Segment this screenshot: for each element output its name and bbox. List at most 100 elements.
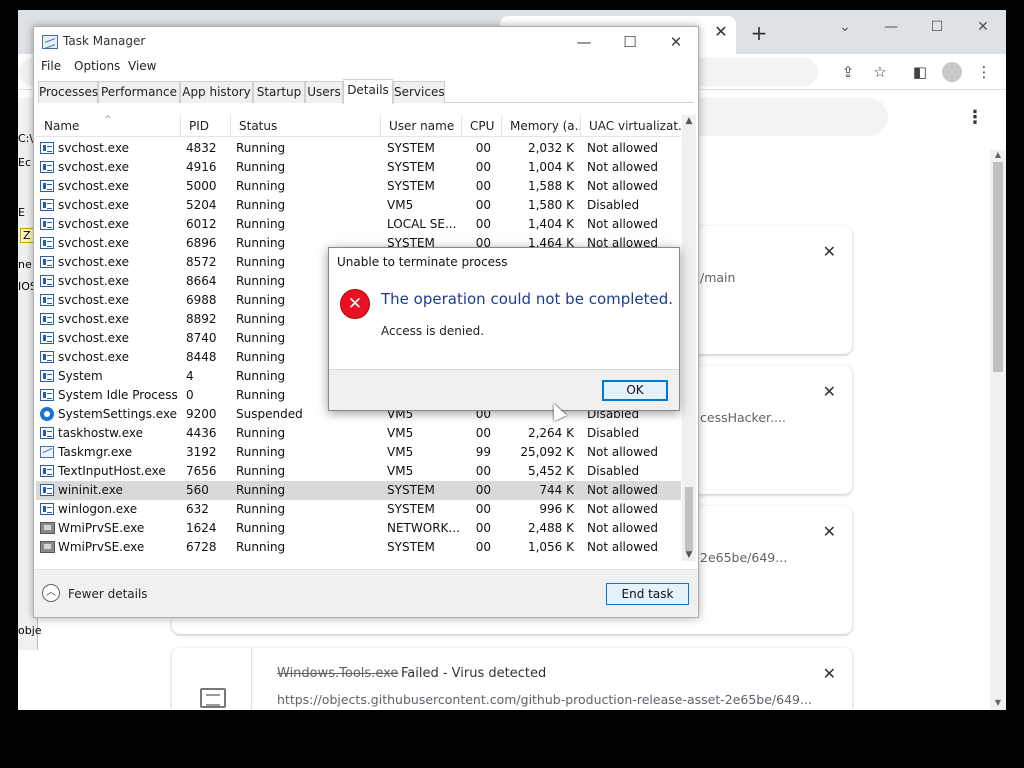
process-icon bbox=[40, 370, 54, 382]
cell-pid: 5204 bbox=[186, 198, 217, 212]
download-url[interactable]: cessHacker.... bbox=[700, 410, 786, 425]
cell-uac: Not allowed bbox=[587, 521, 659, 535]
bookmark-star-icon[interactable]: ☆ bbox=[870, 62, 890, 82]
menu-view[interactable]: View bbox=[128, 59, 156, 73]
table-row[interactable]: wininit.exe 560 Running SYSTEM 00 744 K Not al… bbox=[36, 481, 681, 500]
tab-details[interactable]: Details bbox=[343, 79, 393, 104]
cell-pid: 1624 bbox=[186, 521, 217, 535]
scroll-down-icon[interactable]: ▼ bbox=[990, 698, 1006, 708]
table-row[interactable]: winlogon.exe 632 Running SYSTEM 00 996 K Not a… bbox=[36, 500, 681, 519]
task-manager-titlebar[interactable]: Task Manager — ☐ ✕ bbox=[34, 27, 698, 57]
cell-user: SYSTEM bbox=[387, 502, 435, 516]
remove-download-icon[interactable]: ✕ bbox=[823, 242, 836, 261]
cell-mem: 996 K bbox=[539, 502, 574, 516]
remove-download-icon[interactable]: ✕ bbox=[823, 382, 836, 401]
file-icon bbox=[200, 688, 226, 708]
close-icon[interactable]: ✕ bbox=[968, 16, 998, 38]
cmd-text: Z bbox=[20, 228, 34, 243]
column-memory[interactable]: Memory (a... bbox=[501, 115, 580, 137]
cell-user: SYSTEM bbox=[387, 160, 435, 174]
wmi-provider-icon bbox=[40, 541, 55, 553]
column-cpu[interactable]: CPU bbox=[461, 115, 501, 137]
side-panel-icon[interactable]: ◧ bbox=[910, 62, 930, 82]
cell-pid: 7656 bbox=[186, 464, 217, 478]
process-icon bbox=[40, 161, 54, 173]
cell-status: Running bbox=[236, 502, 286, 516]
cell-name: svchost.exe bbox=[58, 198, 129, 212]
table-row[interactable]: WmiPrvSE.exe 6728 Running SYSTEM 00 1,056 K No… bbox=[36, 538, 681, 557]
cell-name: winlogon.exe bbox=[58, 502, 138, 516]
table-row[interactable]: svchost.exe 5000 Running SYSTEM 00 1,588 K Not… bbox=[36, 177, 681, 196]
table-row[interactable]: taskhostw.exe 4436 Running VM5 00 2,264 K Disa… bbox=[36, 424, 681, 443]
remove-download-icon[interactable]: ✕ bbox=[823, 522, 836, 541]
process-icon bbox=[40, 484, 54, 496]
tab-services[interactable]: Services bbox=[393, 81, 445, 103]
cell-user: VM5 bbox=[387, 445, 414, 459]
cell-user: VM5 bbox=[387, 198, 414, 212]
remove-download-icon[interactable]: ✕ bbox=[823, 664, 836, 683]
table-row[interactable]: WmiPrvSE.exe 1624 Running NETWORK... 00 2,488… bbox=[36, 519, 681, 538]
scroll-down-icon[interactable]: ▼ bbox=[682, 549, 696, 561]
scroll-up-icon[interactable]: ▲ bbox=[990, 150, 1006, 160]
menu-kebab-icon[interactable]: ⋮ bbox=[974, 62, 994, 82]
cell-name: System Idle Process bbox=[58, 388, 178, 402]
cell-status: Running bbox=[236, 217, 286, 231]
chevron-up-icon[interactable]: ︿ bbox=[42, 584, 60, 602]
chevron-down-icon[interactable]: ⌄ bbox=[830, 16, 860, 38]
cell-cpu: 00 bbox=[475, 521, 491, 535]
cmd-text: Ec bbox=[18, 156, 31, 169]
download-url[interactable]: /main bbox=[700, 270, 735, 285]
tab-close-icon[interactable]: ✕ bbox=[713, 24, 729, 40]
column-name[interactable]: Name ^ bbox=[36, 115, 180, 137]
table-row[interactable]: Taskmgr.exe 3192 Running VM5 99 25,092 K Not a… bbox=[36, 443, 681, 462]
download-file-url[interactable]: https://objects.githubusercontent.com/gi… bbox=[277, 692, 812, 707]
cell-pid: 6728 bbox=[186, 540, 217, 554]
share-icon[interactable]: ⇪ bbox=[838, 62, 858, 82]
maximize-icon[interactable]: ☐ bbox=[618, 31, 642, 53]
cell-status: Running bbox=[236, 445, 286, 459]
minimize-icon[interactable]: — bbox=[876, 16, 906, 38]
cell-name: svchost.exe bbox=[58, 293, 129, 307]
column-status[interactable]: Status bbox=[230, 115, 380, 137]
page-scrollbar[interactable]: ▲ ▼ bbox=[990, 150, 1006, 710]
cell-user: SYSTEM bbox=[387, 540, 435, 554]
table-scrollbar[interactable]: ▲ ▼ bbox=[682, 115, 696, 561]
cell-uac: Not allowed bbox=[587, 141, 659, 155]
tab-processes[interactable]: Processes bbox=[38, 81, 98, 103]
profile-avatar[interactable] bbox=[942, 62, 962, 82]
table-row[interactable]: svchost.exe 6012 Running LOCAL SE... 00 1,404… bbox=[36, 215, 681, 234]
column-uac[interactable]: UAC virtualizat... bbox=[580, 115, 681, 137]
end-task-button[interactable]: End task bbox=[606, 583, 689, 605]
table-row[interactable]: svchost.exe 4916 Running SYSTEM 00 1,004 K Not… bbox=[36, 158, 681, 177]
cell-mem: 1,580 K bbox=[527, 198, 574, 212]
table-row[interactable]: TextInputHost.exe 7656 Running VM5 00 5,452 K… bbox=[36, 462, 681, 481]
fewer-details-link[interactable]: Fewer details bbox=[68, 587, 148, 601]
menu-options[interactable]: Options bbox=[74, 59, 120, 73]
tab-app-history[interactable]: App history bbox=[180, 81, 253, 103]
scroll-thumb[interactable] bbox=[685, 487, 693, 551]
process-icon bbox=[40, 218, 54, 230]
table-row[interactable]: svchost.exe 5204 Running VM5 00 1,580 K Disabl… bbox=[36, 196, 681, 215]
dialog-detail: Access is denied. bbox=[381, 324, 485, 338]
tab-startup[interactable]: Startup bbox=[253, 81, 305, 103]
column-pid[interactable]: PID bbox=[180, 115, 230, 137]
tab-performance[interactable]: Performance bbox=[98, 81, 180, 103]
download-file-name[interactable]: Windows.Tools.exe bbox=[277, 666, 398, 681]
download-item-failed: Windows.Tools.exe Failed - Virus detecte… bbox=[172, 648, 852, 710]
minimize-icon[interactable]: — bbox=[572, 31, 596, 53]
table-row[interactable]: svchost.exe 4832 Running SYSTEM 00 2,032 K Not… bbox=[36, 139, 681, 158]
scroll-thumb[interactable] bbox=[993, 162, 1003, 372]
close-icon[interactable]: ✕ bbox=[664, 31, 688, 53]
cell-cpu: 00 bbox=[475, 483, 491, 497]
tab-users[interactable]: Users bbox=[305, 81, 343, 103]
scroll-up-icon[interactable]: ▲ bbox=[682, 115, 696, 127]
column-user-name[interactable]: User name bbox=[380, 115, 461, 137]
downloads-menu-icon[interactable]: ⋮ bbox=[966, 108, 984, 128]
new-tab-icon[interactable]: + bbox=[748, 22, 770, 44]
download-url[interactable]: 2e65be/649... bbox=[700, 550, 787, 565]
maximize-icon[interactable]: ☐ bbox=[922, 16, 952, 38]
menu-file[interactable]: File bbox=[41, 59, 61, 73]
cell-pid: 4832 bbox=[186, 141, 217, 155]
cell-cpu: 99 bbox=[475, 445, 491, 459]
ok-button[interactable]: OK bbox=[602, 380, 668, 401]
